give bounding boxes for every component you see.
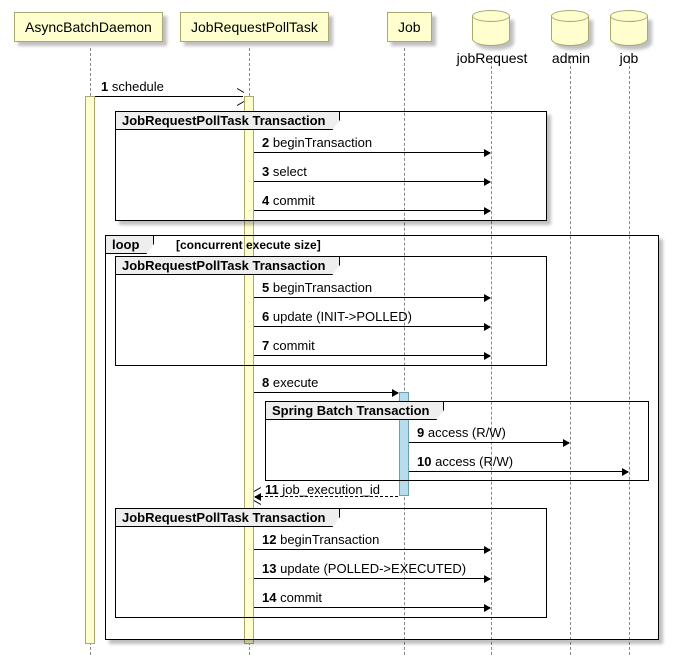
participant-label: Job (398, 19, 421, 35)
frame-condition: [concurrent execute size] (176, 238, 321, 252)
msg-14-label: 14 commit (262, 590, 322, 605)
msg-13-line (254, 578, 490, 579)
msg-2-line (254, 152, 490, 153)
frame-title: Spring Batch Transaction (266, 402, 444, 420)
msg-3-label: 3 select (262, 164, 307, 179)
msg-11-arrowhead (254, 491, 262, 501)
db-jobrequest (472, 10, 510, 50)
msg-14-line (254, 607, 490, 608)
msg-7-line (254, 355, 490, 356)
msg-10-line (409, 471, 628, 472)
msg-8-line (254, 392, 398, 393)
frame-title: JobRequestPollTask Transaction (116, 257, 340, 275)
activation-async (85, 96, 95, 644)
db-label-jobrequest: jobRequest (456, 50, 528, 66)
participant-label: JobRequestPollTask (191, 19, 318, 35)
msg-2-label: 2 beginTransaction (262, 135, 372, 150)
msg-9-label: 9 access (R/W) (417, 425, 506, 440)
msg-5-line (254, 297, 490, 298)
msg-4-line (254, 210, 490, 211)
sequence-diagram: AsyncBatchDaemon JobRequestPollTask Job … (4, 4, 671, 655)
msg-7-label: 7 commit (262, 338, 315, 353)
msg-12-line (254, 549, 490, 550)
msg-10-label: 10 access (R/W) (417, 454, 513, 469)
msg-8-label: 8 execute (262, 375, 318, 390)
participant-jobrequestpolltask: JobRequestPollTask (180, 12, 329, 42)
msg-6-label: 6 update (INIT->POLLED) (262, 309, 412, 324)
msg-1-line (95, 96, 243, 97)
db-label-admin: admin (548, 50, 594, 66)
msg-12-label: 12 beginTransaction (262, 532, 379, 547)
participant-asyncbatchdaemon: AsyncBatchDaemon (14, 12, 163, 42)
msg-6-line (254, 326, 490, 327)
frame-title: loop (106, 236, 154, 254)
frame-transaction-1: JobRequestPollTask Transaction (115, 111, 547, 221)
frame-title: JobRequestPollTask Transaction (116, 112, 340, 130)
db-job (610, 10, 648, 50)
msg-11-line (255, 496, 398, 497)
msg-9-line (409, 442, 569, 443)
frame-title: JobRequestPollTask Transaction (116, 509, 340, 527)
msg-1-label: 1 schedule (101, 79, 164, 94)
msg-5-label: 5 beginTransaction (262, 280, 372, 295)
msg-3-line (254, 181, 490, 182)
db-admin (551, 10, 589, 50)
msg-4-label: 4 commit (262, 193, 315, 208)
frame-spring-batch: Spring Batch Transaction (265, 401, 649, 481)
msg-13-label: 13 update (POLLED->EXECUTED) (262, 561, 466, 576)
msg-11-label: 11 job_execution_id (265, 482, 380, 497)
participant-job: Job (387, 12, 432, 42)
participant-label: AsyncBatchDaemon (25, 19, 152, 35)
db-label-job: job (614, 50, 644, 66)
